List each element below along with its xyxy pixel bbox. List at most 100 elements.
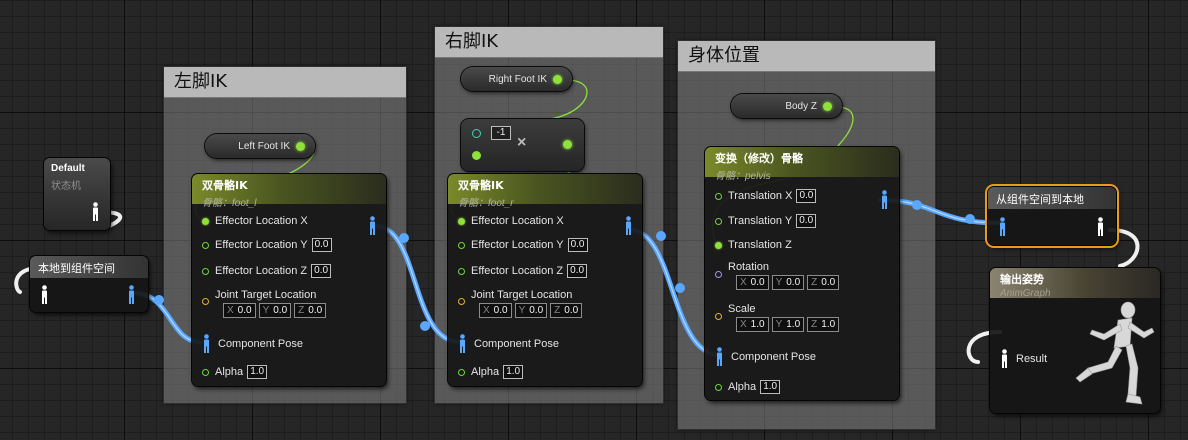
alpha-field[interactable]: 1.0 [247, 365, 268, 379]
axis-label: Z [298, 305, 305, 316]
alpha-field[interactable]: 1.0 [760, 380, 781, 394]
effector-z-field[interactable]: 0.0 [311, 264, 332, 278]
component-pose-input-pin-icon[interactable] [715, 347, 724, 367]
float-input-pin[interactable] [458, 368, 465, 376]
joint-target-x-field[interactable]: X 0.0 [223, 303, 256, 318]
result-pin-row[interactable]: Result [1000, 349, 1047, 369]
component-pose-input-pin-icon[interactable] [458, 334, 467, 354]
float-input-pin[interactable] [202, 368, 209, 376]
joint-target-z-field[interactable]: Z 0.0 [550, 303, 583, 318]
component-pose-pin-row[interactable]: Component Pose [202, 334, 303, 354]
translation-y-pin-row[interactable]: Translation Y 0.0 [715, 213, 817, 229]
two-bone-ik-right-node[interactable]: 双骨骼IK 骨骼：foot_r Effector Location X Effe… [448, 174, 642, 386]
float-input-pin[interactable] [715, 241, 722, 249]
scale-z-field[interactable]: Z 1.0 [807, 317, 840, 332]
effector-y-field[interactable]: 0.0 [567, 238, 588, 252]
pose-output-pin-icon[interactable] [91, 202, 100, 222]
joint-target-pin-row[interactable]: Joint Target Location [202, 287, 316, 305]
variable-label: Body Z [785, 100, 817, 112]
pose-input-pin-icon[interactable] [40, 285, 49, 305]
multiply-constant-field[interactable]: -1 [491, 126, 511, 140]
pose-input-pin-icon[interactable] [1000, 349, 1009, 369]
component-pose-output-pin-icon[interactable] [127, 285, 136, 305]
pose-output-pin-icon[interactable] [368, 216, 377, 236]
resize-handle[interactable] [395, 392, 404, 401]
effector-z-field[interactable]: 0.0 [567, 264, 588, 278]
alpha-pin-row[interactable]: Alpha 1.0 [202, 364, 268, 380]
float-input-pin[interactable] [715, 217, 722, 225]
float-input-pin[interactable] [458, 241, 465, 249]
alpha-pin-row[interactable]: Alpha 1.0 [458, 364, 524, 380]
effector-y-pin-row[interactable]: Effector Location Y 0.0 [202, 237, 332, 253]
state-machine-title: Default [51, 163, 85, 174]
translation-x-field[interactable]: 0.0 [796, 189, 817, 203]
body-z-variable[interactable]: Body Z [731, 94, 842, 118]
float-input-pin[interactable] [202, 267, 209, 275]
vector-input-pin[interactable] [202, 297, 209, 305]
rotation-fields: X 0.0 Y 0.0 Z 0.0 [736, 275, 840, 290]
joint-target-y-field[interactable]: Y 0.0 [258, 303, 292, 318]
effector-z-pin-row[interactable]: Effector Location Z 0.0 [202, 263, 332, 279]
rotation-x-field[interactable]: X 0.0 [736, 275, 769, 290]
rotation-pin-row[interactable]: Rotation [715, 259, 769, 278]
float-input-pin[interactable] [458, 217, 465, 225]
alpha-field[interactable]: 1.0 [503, 365, 524, 379]
float-input-pin[interactable] [472, 151, 481, 160]
axis-label: X [227, 305, 234, 316]
output-pose-node[interactable]: 输出姿势 AnimGraph Result [990, 268, 1160, 413]
left-foot-ik-variable[interactable]: Left Foot IK [205, 134, 315, 158]
rotation-z-field[interactable]: Z 0.0 [807, 275, 840, 290]
component-pose-input-pin-icon[interactable] [998, 217, 1007, 237]
scale-pin-row[interactable]: Scale [715, 301, 756, 320]
axis-label: Z [811, 277, 818, 288]
rotator-input-pin[interactable] [715, 270, 722, 278]
rotation-y-field[interactable]: Y 0.0 [771, 275, 805, 290]
float-input-pin[interactable] [202, 241, 209, 249]
component-pose-pin-row[interactable]: Component Pose [715, 347, 816, 367]
transform-modify-bone-node[interactable]: 变换（修改）骨骼 骨骼：pelvis Translation X 0.0 Tran… [705, 147, 899, 400]
pose-output-pin-icon[interactable] [624, 216, 633, 236]
component-pose-pin-row[interactable]: Component Pose [458, 334, 559, 354]
float-input-pin[interactable] [715, 192, 722, 200]
comment-title: 身体位置 [678, 41, 935, 72]
translation-y-field[interactable]: 0.0 [796, 214, 817, 228]
effector-x-pin-row[interactable]: Effector Location X [202, 213, 308, 229]
local-to-component-node[interactable]: 本地到组件空间 [30, 256, 148, 312]
component-pose-input-pin-icon[interactable] [202, 334, 211, 354]
scale-y-field[interactable]: Y 1.0 [771, 317, 805, 332]
effector-x-pin-row[interactable]: Effector Location X [458, 213, 564, 229]
effector-y-field[interactable]: 0.0 [311, 238, 332, 252]
pin-label: Joint Target Location [471, 289, 573, 301]
multiply-node[interactable]: -1 × [461, 119, 584, 171]
float-output-pin[interactable] [553, 74, 562, 84]
int-input-pin[interactable] [472, 129, 481, 138]
effector-z-pin-row[interactable]: Effector Location Z 0.0 [458, 263, 588, 279]
pose-output-pin-icon[interactable] [1096, 217, 1105, 237]
float-output-pin[interactable] [296, 141, 305, 151]
resize-handle[interactable] [924, 418, 933, 427]
float-output-pin[interactable] [823, 101, 832, 111]
float-output-pin[interactable] [563, 140, 572, 149]
pose-output-pin-icon[interactable] [880, 190, 889, 210]
state-machine-node[interactable]: Default 状态机 [44, 158, 110, 230]
vector-input-pin[interactable] [715, 312, 722, 320]
translation-x-pin-row[interactable]: Translation X 0.0 [715, 188, 817, 204]
effector-y-pin-row[interactable]: Effector Location Y 0.0 [458, 237, 588, 253]
joint-target-z-field[interactable]: Z 0.0 [294, 303, 327, 318]
vector-input-pin[interactable] [458, 297, 465, 305]
float-input-pin[interactable] [202, 217, 209, 225]
scale-x-field[interactable]: X 1.0 [736, 317, 769, 332]
two-bone-ik-left-node[interactable]: 双骨骼IK 骨骼：foot_l Effector Location X Effe… [192, 174, 386, 386]
right-foot-ik-variable[interactable]: Right Foot IK [461, 67, 572, 91]
resize-handle[interactable] [652, 392, 661, 401]
alpha-pin-row[interactable]: Alpha 1.0 [715, 379, 781, 395]
float-input-pin[interactable] [458, 267, 465, 275]
pin-label: Effector Location Y [215, 239, 308, 251]
joint-target-x-field[interactable]: X 0.0 [479, 303, 512, 318]
component-to-local-node[interactable]: 从组件空间到本地 [988, 187, 1116, 245]
joint-target-y-field[interactable]: Y 0.0 [514, 303, 548, 318]
float-input-pin[interactable] [715, 383, 722, 391]
translation-z-pin-row[interactable]: Translation Z [715, 237, 792, 253]
joint-target-pin-row[interactable]: Joint Target Location [458, 287, 573, 305]
pin-label: Effector Location Y [471, 239, 564, 251]
